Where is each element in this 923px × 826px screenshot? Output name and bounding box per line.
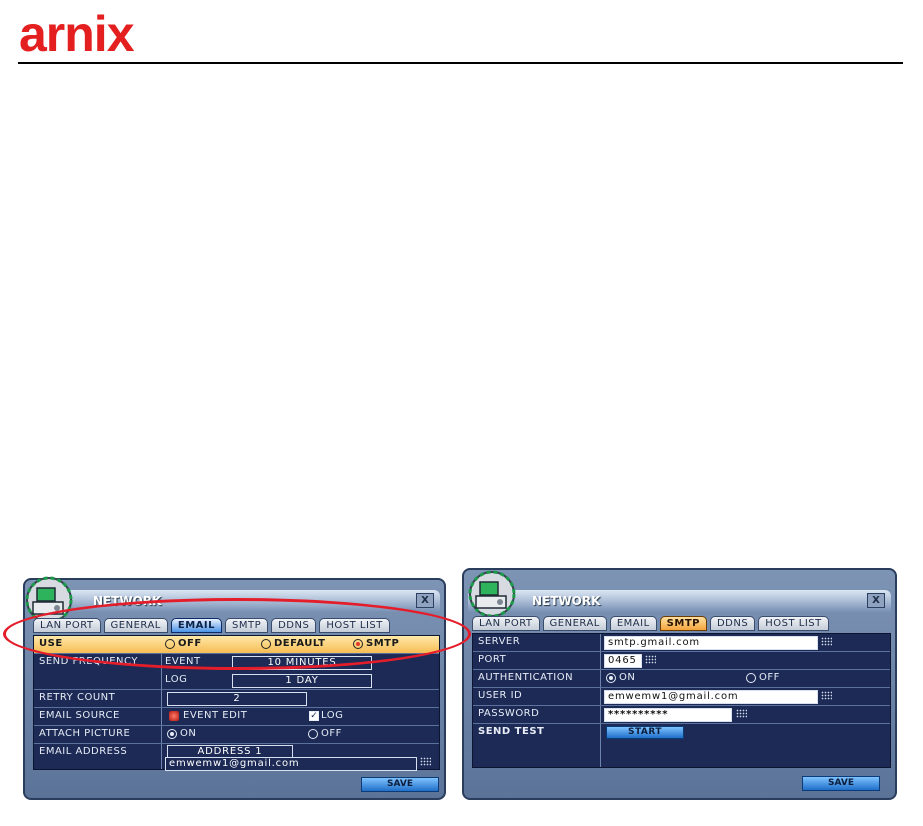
- log-checkbox-icon[interactable]: ✓: [309, 711, 319, 721]
- attach-off-label: OFF: [321, 728, 342, 739]
- save-button[interactable]: SAVE: [802, 776, 880, 791]
- send-test-label: SEND TEST: [478, 726, 545, 737]
- password-row: PASSWORD **********: [473, 706, 890, 724]
- tab-email[interactable]: EMAIL: [609, 616, 657, 631]
- server-label: SERVER: [478, 636, 521, 647]
- email-source-label: EMAIL SOURCE: [39, 710, 120, 721]
- network-smtp-dialog: NETWORK X LAN PORT GENERAL EMAIL SMTP DD…: [462, 568, 897, 800]
- email-address-field[interactable]: emwemw1@gmail.com: [165, 757, 417, 771]
- tab-lan-port[interactable]: LAN PORT: [472, 616, 540, 631]
- start-button[interactable]: START: [606, 726, 684, 739]
- auth-off-radio[interactable]: [746, 673, 756, 683]
- user-id-label: USER ID: [478, 690, 523, 701]
- attach-picture-row: ATTACH PICTURE ON OFF: [34, 726, 439, 744]
- user-id-field[interactable]: emwemw1@gmail.com: [604, 690, 818, 704]
- server-row: SERVER smtp.gmail.com: [473, 634, 890, 652]
- auth-on-radio[interactable]: [606, 673, 616, 683]
- log-checkbox-label: LOG: [321, 710, 344, 721]
- network-camera-icon: [468, 570, 516, 618]
- log-frequency-field[interactable]: 1 DAY: [232, 674, 372, 688]
- event-edit-label: EVENT EDIT: [183, 710, 248, 721]
- keyboard-icon[interactable]: [821, 637, 832, 646]
- title-bar[interactable]: NETWORK X: [468, 590, 891, 612]
- keyboard-icon[interactable]: [736, 709, 747, 718]
- annotation-oval: [3, 598, 471, 670]
- close-button[interactable]: X: [416, 593, 434, 608]
- user-id-row: USER ID emwemw1@gmail.com: [473, 688, 890, 706]
- tab-general[interactable]: GENERAL: [542, 616, 607, 631]
- email-source-row: EMAIL SOURCE EVENT EDIT ✓ LOG: [34, 708, 439, 726]
- send-test-row: SEND TEST START: [473, 724, 890, 742]
- email-address-label: EMAIL ADDRESS: [39, 746, 128, 757]
- close-button[interactable]: X: [867, 593, 885, 608]
- keyboard-icon[interactable]: [645, 655, 656, 664]
- tab-host-list[interactable]: HOST LIST: [758, 616, 829, 631]
- retry-count-row: RETRY COUNT 2: [34, 690, 439, 708]
- tab-ddns[interactable]: DDNS: [709, 616, 756, 631]
- header-rule: [18, 62, 903, 64]
- port-label: PORT: [478, 654, 507, 665]
- auth-on-label: ON: [619, 672, 636, 683]
- save-button[interactable]: SAVE: [361, 777, 439, 792]
- authentication-label: AUTHENTICATION: [478, 672, 574, 683]
- smtp-settings-panel: SERVER smtp.gmail.com PORT 0465 AUTHENTI…: [472, 633, 891, 768]
- retry-count-label: RETRY COUNT: [39, 692, 116, 703]
- retry-count-field[interactable]: 2: [167, 692, 307, 706]
- port-field[interactable]: 0465: [604, 654, 642, 668]
- attach-picture-label: ATTACH PICTURE: [39, 728, 131, 739]
- auth-off-label: OFF: [759, 672, 780, 683]
- attach-on-label: ON: [180, 728, 197, 739]
- port-row: PORT 0465: [473, 652, 890, 670]
- dialog-title: NETWORK: [532, 594, 601, 608]
- attach-off-radio[interactable]: [308, 729, 318, 739]
- tab-smtp[interactable]: SMTP: [659, 616, 707, 631]
- authentication-row: AUTHENTICATION ON OFF: [473, 670, 890, 688]
- keyboard-icon[interactable]: [821, 691, 832, 700]
- log-label: LOG: [165, 674, 188, 685]
- password-field[interactable]: **********: [604, 708, 732, 722]
- keyboard-icon[interactable]: [420, 757, 431, 766]
- server-field[interactable]: smtp.gmail.com: [604, 636, 818, 650]
- brand-logo: arnix: [19, 6, 135, 62]
- password-label: PASSWORD: [478, 708, 540, 719]
- attach-on-radio[interactable]: [167, 729, 177, 739]
- tab-bar: LAN PORT GENERAL EMAIL SMTP DDNS HOST LI…: [472, 616, 829, 632]
- event-edit-icon[interactable]: [169, 711, 179, 721]
